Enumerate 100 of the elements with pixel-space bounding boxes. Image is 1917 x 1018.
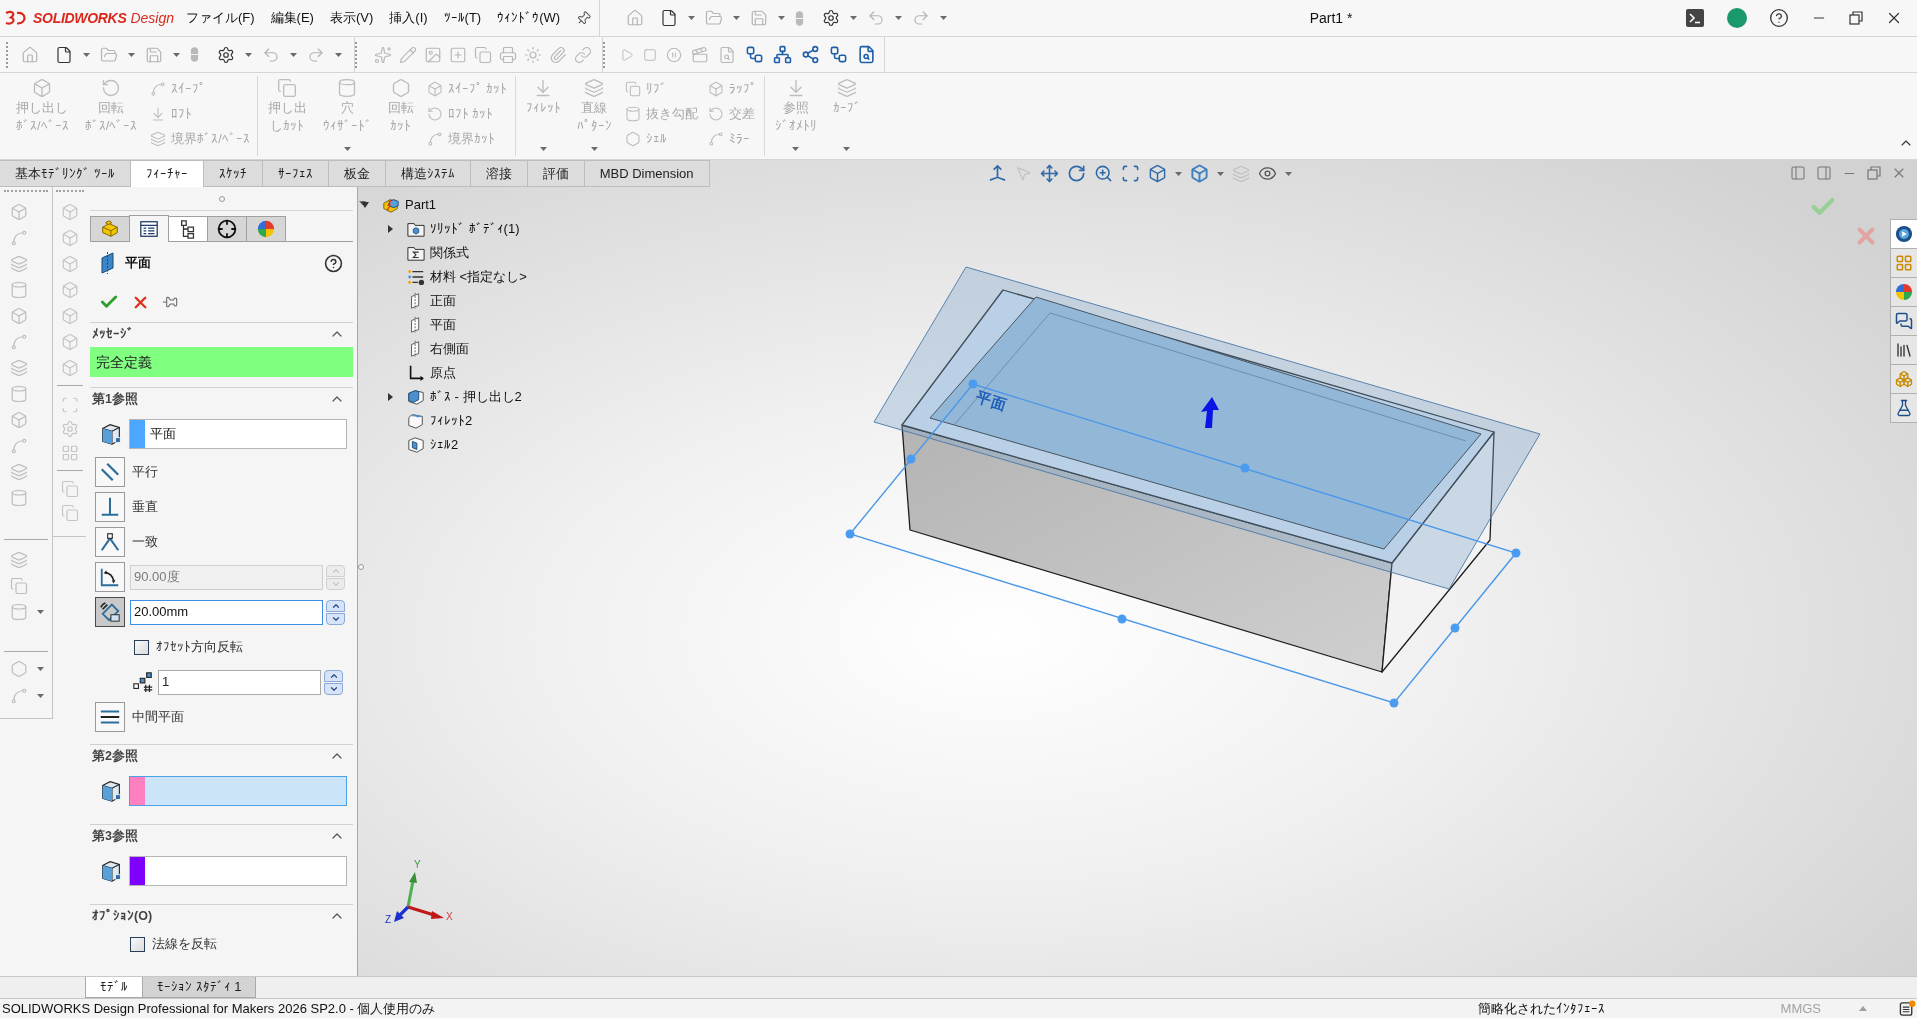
caret-down-icon[interactable]: [83, 52, 90, 57]
zoom-fit-icon[interactable]: [1121, 164, 1140, 183]
paperclip-icon[interactable]: [549, 45, 567, 64]
menu-item[interactable]: ｳｨﾝﾄﾞｳ(W): [493, 5, 565, 31]
tree-item-label[interactable]: 正面: [430, 291, 456, 311]
document-icon[interactable]: [660, 9, 679, 27]
constraint-toggle[interactable]: [95, 527, 125, 557]
constraint-toggle[interactable]: [95, 702, 125, 732]
command-tab[interactable]: ｻｰﾌｪｽ: [262, 160, 329, 187]
command-tab[interactable]: 基本ﾓﾃﾞﾘﾝｸﾞ ﾂｰﾙ: [0, 160, 131, 187]
bottom-tab[interactable]: ﾓｰｼｮﾝ ｽﾀﾃﾞｨ 1: [142, 977, 257, 998]
menu-item[interactable]: 挿入(I): [385, 5, 432, 31]
bottom-tab[interactable]: ﾓﾃﾞﾙ: [85, 977, 143, 998]
caret-down-icon[interactable]: [895, 16, 903, 20]
tree-item-label[interactable]: 右側面: [430, 339, 469, 359]
caret-down-icon[interactable]: [850, 16, 858, 20]
count-field[interactable]: 1: [158, 669, 321, 695]
caret-down-icon[interactable]: [37, 694, 44, 698]
tree-item-label[interactable]: 原点: [430, 363, 456, 383]
menu-item[interactable]: 表示(V): [325, 5, 378, 31]
command-tab[interactable]: 溶接: [470, 160, 528, 187]
command-tab[interactable]: 板金: [328, 160, 386, 187]
constraint-toggle[interactable]: [95, 492, 125, 522]
tree-item-label[interactable]: ﾎﾞｽ - 押し出し2: [430, 387, 522, 407]
caret-down-icon[interactable]: [128, 52, 135, 57]
eye-icon[interactable]: [1258, 164, 1277, 183]
resize-handle-icon[interactable]: [358, 564, 364, 570]
command-tab[interactable]: 評価: [527, 160, 585, 187]
caret-down-icon[interactable]: [688, 16, 696, 20]
panel-left-icon[interactable]: [1790, 165, 1806, 181]
selection-field[interactable]: [129, 856, 347, 886]
menu-item[interactable]: 編集(E): [266, 5, 318, 31]
selection-field[interactable]: 平面: [129, 419, 347, 449]
network-icon[interactable]: [773, 45, 792, 64]
share-icon[interactable]: [801, 45, 820, 64]
caret-up-icon[interactable]: [1859, 1006, 1867, 1011]
spin-up-button[interactable]: [324, 669, 343, 682]
file-search-icon[interactable]: [857, 45, 876, 64]
notes-icon[interactable]: [1899, 1000, 1916, 1017]
axis-arrows-icon[interactable]: [988, 164, 1007, 183]
expanded-arrow-icon[interactable]: [361, 202, 369, 208]
task-pane-tab[interactable]: [1890, 393, 1917, 423]
task-pane-tab[interactable]: [1890, 277, 1917, 307]
caret-down-icon[interactable]: [173, 52, 180, 57]
terminal-icon[interactable]: [1685, 8, 1705, 28]
tree-item-label[interactable]: ｼｪﾙ2: [430, 435, 459, 455]
caret-down-icon[interactable]: [245, 52, 252, 57]
task-pane-tab[interactable]: [1890, 306, 1917, 336]
help-icon[interactable]: [324, 253, 343, 273]
collapsed-arrow-icon[interactable]: [387, 393, 393, 401]
panel-right-icon[interactable]: [1816, 165, 1832, 181]
tree-item-label[interactable]: 関係式: [430, 243, 469, 263]
settings-icon[interactable]: [217, 45, 235, 64]
spin-up-button[interactable]: [326, 599, 345, 612]
caret-down-icon[interactable]: [778, 16, 786, 20]
command-tab[interactable]: MBD Dimension: [584, 160, 710, 187]
caret-down-icon[interactable]: [1285, 171, 1292, 176]
help-icon[interactable]: [1769, 8, 1789, 28]
command-tab[interactable]: 構造ｼｽﾃﾑ: [385, 160, 471, 187]
constraint-toggle[interactable]: [95, 597, 125, 627]
task-pane-tab[interactable]: [1890, 219, 1917, 249]
spin-down-button[interactable]: [326, 612, 345, 625]
caret-down-icon[interactable]: [335, 52, 342, 57]
checkbox[interactable]: [134, 639, 149, 655]
task-pane-tab[interactable]: [1890, 335, 1917, 365]
command-tab[interactable]: ｽｹｯﾁ: [203, 160, 263, 187]
caret-down-icon[interactable]: [37, 667, 44, 671]
selection-field[interactable]: [129, 776, 347, 806]
caret-down-icon[interactable]: [1217, 171, 1224, 176]
constraint-toggle[interactable]: [95, 457, 125, 487]
tree-item-label[interactable]: ｿﾘｯﾄﾞ ﾎﾞﾃﾞｨ(1): [430, 219, 520, 239]
cube-icon[interactable]: [1148, 164, 1167, 183]
checkbox[interactable]: [130, 936, 145, 952]
tree-item-label[interactable]: ﾌｨﾚｯﾄ2: [430, 411, 473, 431]
restore-window-icon[interactable]: [1849, 11, 1863, 25]
document-icon[interactable]: [55, 45, 73, 64]
caret-down-icon[interactable]: [37, 610, 44, 614]
workflow-icon[interactable]: [745, 45, 764, 64]
avatar-icon[interactable]: [1727, 8, 1747, 28]
zoom-icon[interactable]: [1094, 164, 1113, 183]
spin-down-button[interactable]: [324, 682, 343, 695]
command-tab[interactable]: ﾌｨｰﾁｬｰ: [130, 160, 204, 187]
caret-down-icon[interactable]: [940, 16, 948, 20]
cube-icon[interactable]: [1190, 164, 1209, 183]
tree-item-label[interactable]: 材料 <指定なし>: [430, 267, 527, 287]
caret-down-icon[interactable]: [1175, 171, 1182, 176]
tree-item-label[interactable]: 平面: [430, 315, 456, 335]
menu-item[interactable]: ファイル(F): [182, 5, 259, 31]
panel-tab[interactable]: [207, 216, 247, 241]
tree-item-label[interactable]: Part1: [405, 195, 437, 215]
workflow-icon[interactable]: [829, 45, 848, 64]
caret-down-icon[interactable]: [733, 16, 741, 20]
pan-icon[interactable]: [1040, 164, 1059, 183]
settings-icon[interactable]: [822, 9, 841, 27]
caret-down-icon[interactable]: [290, 52, 297, 57]
menu-item[interactable]: ﾂｰﾙ(T): [439, 5, 486, 31]
panel-tab[interactable]: [129, 215, 169, 242]
rotate-icon[interactable]: [1067, 164, 1086, 183]
number-field[interactable]: 20.00mm: [130, 599, 323, 625]
pin-icon[interactable]: [162, 294, 178, 310]
